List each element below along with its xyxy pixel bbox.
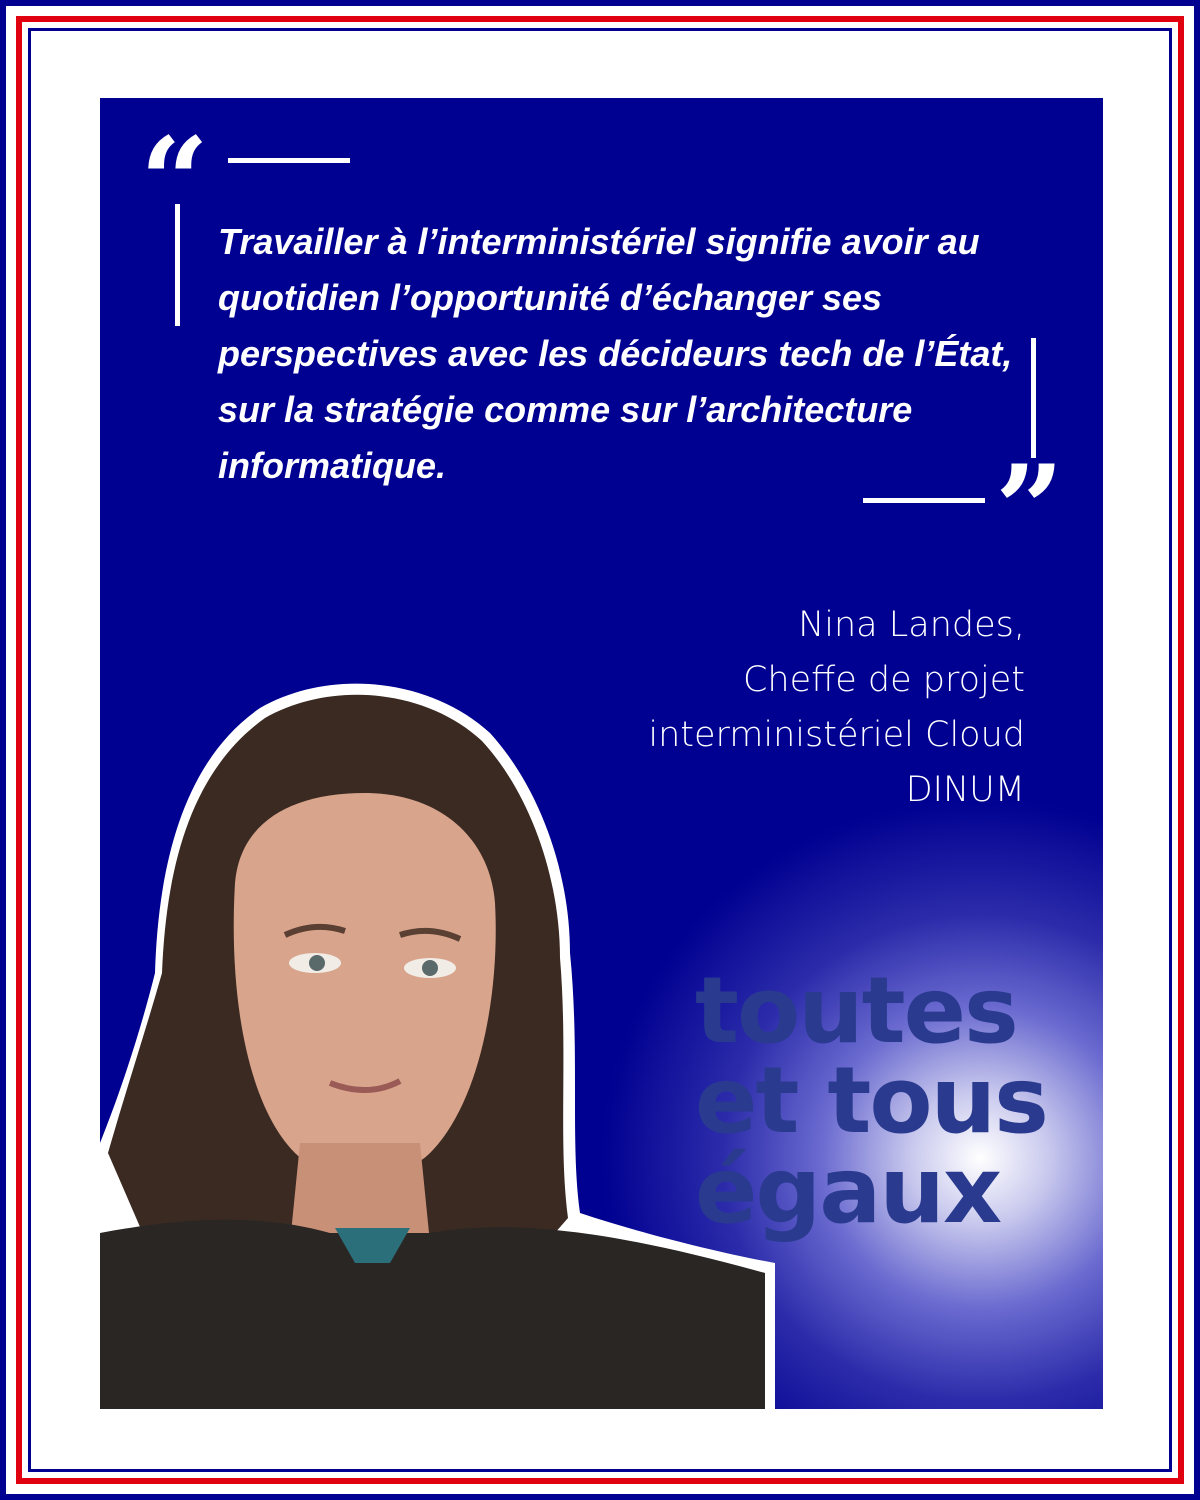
logo-line-1: toutes	[695, 957, 1019, 1064]
portrait-clothing	[100, 1219, 765, 1409]
logo-line-3: égaux	[695, 1137, 1002, 1244]
portrait-photo	[100, 683, 775, 1409]
quote-text: Travailler à l’interministériel signifie…	[218, 221, 1013, 486]
open-quote-rule	[228, 158, 350, 163]
author-name: Nina Landes,	[798, 605, 1025, 645]
logo-line-2: et tous	[695, 1047, 1049, 1154]
close-quote-icon: ”	[995, 439, 1065, 580]
quote-card: “ Travailler à l’interministériel signif…	[100, 98, 1103, 1409]
toutes-et-tous-egaux-logo: toutes et tous égaux	[695, 957, 1055, 1244]
close-quote-rule	[863, 498, 985, 503]
left-quote-bar	[175, 204, 180, 326]
